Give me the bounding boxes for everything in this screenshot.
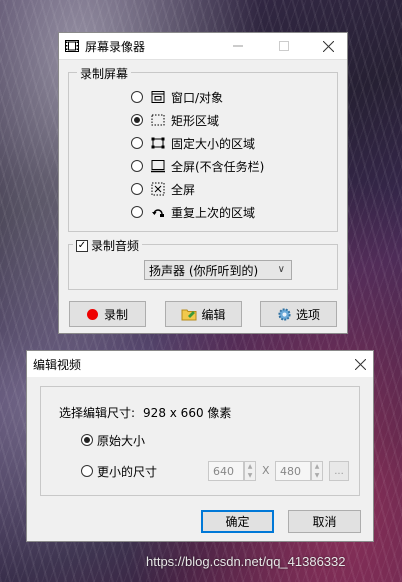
capture-mode-group: 录制屏幕 窗口/对象 矩形区域 固定大小的区域 全屏(不含任务栏) 全屏 重复上… (68, 65, 338, 232)
folder-icon (181, 309, 197, 321)
minimize-button[interactable] (223, 33, 253, 59)
size-info: 选择编辑尺寸: 928 x 660 像素 (59, 404, 231, 421)
recorder-title: 屏幕录像器 (85, 39, 146, 54)
dialog-close-button[interactable] (345, 351, 375, 377)
height-stepper[interactable]: ▲ ▼ (311, 461, 323, 481)
radio-original-size[interactable] (81, 434, 93, 446)
recorder-titlebar: 屏幕录像器 (59, 33, 347, 60)
option-rectangle[interactable]: 矩形区域 (131, 111, 219, 129)
option-smaller-size[interactable]: 更小的尺寸 (81, 462, 157, 480)
options-button[interactable]: 选项 (260, 301, 337, 327)
radio-fullscreen-no-taskbar[interactable] (131, 160, 143, 172)
browse-button[interactable]: ... (329, 461, 349, 481)
radio-fixed-size[interactable] (131, 137, 143, 149)
edit-dialog-titlebar: 编辑视频 (27, 351, 373, 377)
times-label: X (262, 464, 270, 477)
fixed-size-icon (151, 137, 165, 149)
radio-rectangle[interactable] (131, 114, 143, 126)
dashed-rect-icon (151, 114, 165, 126)
size-label: 选择编辑尺寸: (59, 406, 136, 420)
record-icon (86, 308, 98, 320)
maximize-icon (279, 41, 289, 51)
gear-icon (278, 307, 291, 321)
monitor-icon (151, 160, 165, 173)
record-label: 录制 (103, 307, 128, 322)
option-label: 全屏(不含任务栏) (171, 159, 265, 174)
spin-up-icon: ▲ (314, 463, 320, 470)
spin-up-icon: ▲ (247, 463, 253, 470)
height-field[interactable]: 480 (275, 461, 311, 481)
options-label: 选项 (295, 307, 320, 322)
repeat-icon (152, 209, 164, 217)
option-label: 窗口/对象 (171, 90, 224, 105)
audio-checkbox-row[interactable]: ✓ 录制音频 (73, 237, 143, 254)
cancel-button[interactable]: 取消 (288, 510, 361, 533)
size-value: 928 x 660 像素 (143, 406, 232, 420)
fullscreen-icon (151, 182, 165, 196)
maximize-button[interactable] (269, 33, 299, 59)
capture-group-label: 录制屏幕 (77, 65, 132, 82)
film-icon (65, 40, 79, 52)
radio-fullscreen[interactable] (131, 183, 143, 195)
original-size-label: 原始大小 (97, 433, 146, 448)
option-fullscreen[interactable]: 全屏 (131, 180, 195, 198)
width-stepper[interactable]: ▲ ▼ (244, 461, 256, 481)
close-icon (322, 40, 334, 52)
audio-source-select[interactable]: 扬声器 (你所听到的) ∨ (144, 260, 292, 280)
option-label: 固定大小的区域 (171, 136, 256, 151)
option-fixed-size[interactable]: 固定大小的区域 (131, 134, 255, 152)
smaller-size-label: 更小的尺寸 (97, 464, 158, 479)
audio-label: 录制音频 (91, 239, 140, 253)
chevron-down-icon: ∨ (277, 264, 285, 275)
option-fullscreen-no-taskbar[interactable]: 全屏(不含任务栏) (131, 157, 264, 175)
watermark-url: https://blog.csdn.net/qq_41386332 (146, 554, 346, 569)
window-icon (151, 91, 165, 103)
spin-down-icon: ▼ (247, 472, 253, 479)
recorder-window: 屏幕录像器 录制屏幕 窗口/对象 矩形区域 固定大小的区域 全屏(不含任务栏) … (58, 32, 348, 334)
ok-button[interactable]: 确定 (201, 510, 274, 533)
option-label: 重复上次的区域 (171, 205, 256, 220)
option-label: 矩形区域 (171, 113, 220, 128)
radio-smaller-size[interactable] (81, 465, 93, 477)
option-repeat-last[interactable]: 重复上次的区域 (131, 203, 255, 221)
size-panel: 选择编辑尺寸: 928 x 660 像素 原始大小 更小的尺寸 640 ▲ ▼ X… (40, 386, 360, 496)
audio-source-value: 扬声器 (你所听到的) (149, 263, 259, 278)
edit-video-dialog: 编辑视频 选择编辑尺寸: 928 x 660 像素 原始大小 更小的尺寸 640… (26, 350, 374, 542)
radio-repeat-last[interactable] (131, 206, 143, 218)
radio-window[interactable] (131, 91, 143, 103)
edit-label: 编辑 (201, 307, 226, 322)
option-original-size[interactable]: 原始大小 (81, 431, 145, 449)
edit-dialog-title: 编辑视频 (33, 357, 82, 372)
audio-checkbox[interactable]: ✓ (76, 239, 88, 252)
edit-button[interactable]: 编辑 (165, 301, 242, 327)
option-window[interactable]: 窗口/对象 (131, 88, 223, 106)
option-label: 全屏 (171, 182, 196, 197)
width-field[interactable]: 640 (208, 461, 244, 481)
minimize-icon (233, 45, 243, 47)
close-icon (354, 358, 366, 370)
close-button[interactable] (313, 33, 343, 59)
spin-down-icon: ▼ (314, 472, 320, 479)
record-button[interactable]: 录制 (69, 301, 146, 327)
